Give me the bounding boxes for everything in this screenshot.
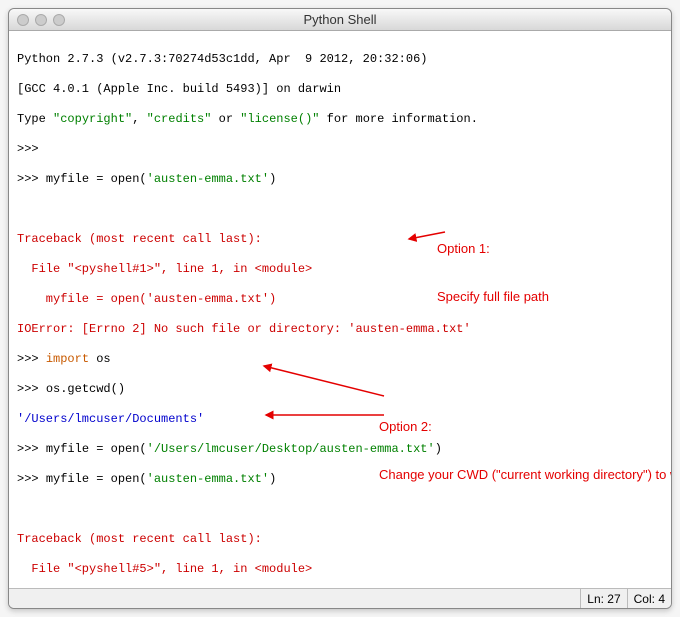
window-controls	[9, 14, 65, 26]
header-line: Type "copyright", "credits" or "license(…	[17, 112, 663, 127]
prompt-line: >>>	[17, 142, 663, 157]
header-line: Python 2.7.3 (v2.7.3:70274d53c1dd, Apr 9…	[17, 52, 663, 67]
header-line: [GCC 4.0.1 (Apple Inc. build 5493)] on d…	[17, 82, 663, 97]
annotation-option-1: Option 1: Specify full file path	[437, 209, 667, 337]
status-line: Ln: 27	[580, 589, 626, 608]
window-title: Python Shell	[9, 12, 671, 27]
annotation-text: Option 1:	[437, 241, 667, 257]
traceback-line: Traceback (most recent call last):	[17, 532, 663, 547]
window: Python Shell Python 2.7.3 (v2.7.3:70274d…	[8, 8, 672, 609]
status-bar: Ln: 27 Col: 4	[9, 588, 671, 608]
status-column: Col: 4	[627, 589, 671, 608]
annotation-text: Specify full file path	[437, 289, 667, 305]
minimize-icon[interactable]	[35, 14, 47, 26]
annotation-text: Option 2:	[379, 419, 649, 435]
traceback-line: File "<pyshell#5>", line 1, in <module>	[17, 562, 663, 577]
zoom-icon[interactable]	[53, 14, 65, 26]
code-line: >>> import os	[17, 352, 663, 367]
shell-output[interactable]: Python 2.7.3 (v2.7.3:70274d53c1dd, Apr 9…	[9, 31, 671, 588]
annotation-text: Change your CWD ("current working direct…	[379, 467, 649, 483]
code-line: >>> myfile = open('austen-emma.txt')	[17, 172, 663, 187]
annotation-option-2: Option 2: Change your CWD ("current work…	[379, 387, 649, 515]
titlebar[interactable]: Python Shell	[9, 9, 671, 31]
close-icon[interactable]	[17, 14, 29, 26]
